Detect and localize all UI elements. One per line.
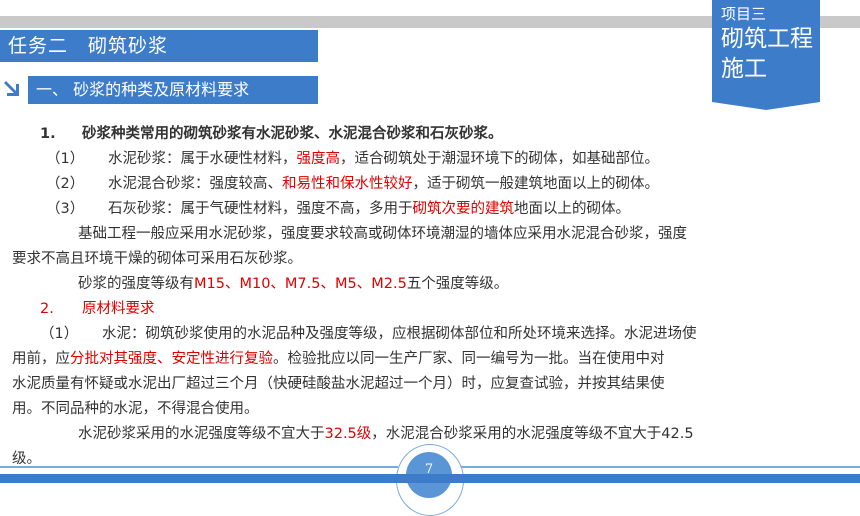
project-tag: 项目三 砌筑工程 施工	[712, 0, 820, 110]
heading-1-number: 1.	[40, 126, 56, 142]
highlight-text: 分批对其强度、安定性进行复验	[70, 351, 273, 367]
paragraph-line: 砂浆的强度等级有M15、M10、M7.5、M5、M2.5五个强度等级。	[40, 272, 830, 297]
highlight-text: 和易性和保水性较好	[282, 176, 413, 192]
list-item: （3） 石灰砂浆：属于气硬性材料，强度不高，多用于砌筑次要的建筑地面以上的砌体。	[40, 197, 830, 222]
list-item-number: （3）	[46, 201, 85, 217]
task-title: 任务二 砌筑砂浆	[0, 30, 318, 62]
list-item-text: ，适合砌筑处于潮湿环境下的砌体，如基础部位。	[340, 151, 659, 167]
paragraph-text: 五个强度等级。	[406, 276, 509, 292]
list-item: （1） 水泥砂浆：属于水硬性材料，强度高，适合砌筑处于潮湿环境下的砌体，如基础部位…	[40, 147, 830, 172]
project-tag-notch	[712, 102, 820, 110]
list-item-text: 地面以上的砌体。	[514, 201, 630, 217]
list-item: （2） 水泥混合砂浆：强度较高、和易性和保水性较好，适于砌筑一般建筑地面以上的砌体…	[40, 172, 830, 197]
project-title-line1: 砌筑工程	[721, 26, 813, 52]
list-item-text: 水泥混合砂浆：强度较高、	[108, 176, 282, 192]
list-item-number: （1）	[46, 151, 85, 167]
list-item-number: （2）	[46, 176, 85, 192]
footer-bar	[0, 474, 860, 483]
highlight-text: 32.5级	[324, 426, 372, 442]
paragraph-text: 。检验批应以同一生产厂家、同一编号为一批。当在使用中对	[273, 351, 665, 367]
highlight-text: 砌筑次要的建筑	[412, 201, 515, 217]
paragraph-line: 用前，应分批对其强度、安定性进行复验。检验批应以同一生产厂家、同一编号为一批。当…	[12, 347, 830, 372]
paragraph-text: 水泥砂浆采用的水泥强度等级不宜大于	[78, 426, 325, 442]
paragraph-text: 砂浆的强度等级有	[78, 276, 194, 292]
top-decoration-bar-right	[820, 16, 860, 28]
paragraph-line: 基础工程一般应采用水泥砂浆，强度要求较高或砌体环境潮湿的墙体应采用水泥混合砂浆，…	[78, 226, 687, 242]
list-item-text: 水泥砂浆：属于水硬性材料，	[108, 151, 297, 167]
heading-2-text: 原材料要求	[82, 301, 155, 317]
list-item-text: 石灰砂浆：属于气硬性材料，强度不高，多用于	[108, 201, 413, 217]
heading-2: 2. 原材料要求	[40, 297, 830, 322]
footer-line-left	[0, 466, 398, 468]
main-content: 1. 砂浆种类常用的砌筑砂浆有水泥砂浆、水泥混合砂浆和石灰砂浆。 （1） 水泥砂浆：…	[12, 122, 830, 472]
paragraph-line: 水泥砂浆采用的水泥强度等级不宜大于32.5级，水泥混合砂浆采用的水泥强度等级不宜…	[40, 422, 830, 447]
heading-2-number: 2.	[40, 301, 54, 317]
paragraph-text: 用前，应	[12, 351, 70, 367]
highlight-text: 强度高	[296, 151, 341, 167]
paragraph-line: 要求不高且环境干燥的砌体可采用石灰砂浆。	[12, 251, 302, 267]
highlight-text: M15、M10、M7.5、M5、M2.5	[194, 276, 407, 292]
paragraph-line: 用。不同品种的水泥，不得混合使用。	[12, 401, 259, 417]
footer-line-right	[460, 466, 860, 468]
project-label: 项目三	[721, 5, 767, 23]
paragraph-line: （1） 水泥：砌筑砂浆使用的水泥品种及强度等级，应根据砌体部位和所处环境来选择。水…	[40, 322, 830, 347]
list-item-text: ，适于砌筑一般建筑地面以上的砌体。	[412, 176, 660, 192]
arrow-down-right-icon	[4, 81, 19, 96]
section-title: 一、 砂浆的种类及原材料要求	[28, 76, 318, 104]
paragraph-line: 水泥质量有怀疑或水泥出厂超过三个月（快硬硅酸盐水泥超过一个月）时，应复查试验，并…	[12, 376, 665, 392]
list-item-number: （1）	[40, 326, 79, 342]
paragraph-text: 水泥：砌筑砂浆使用的水泥品种及强度等级，应根据砌体部位和所处环境来选择。水泥进场…	[102, 326, 697, 342]
project-title-line2: 施工	[721, 56, 767, 82]
paragraph-text: ，水泥混合砂浆采用的水泥强度等级不宜大于42.5	[371, 426, 694, 442]
heading-1-text: 砂浆种类常用的砌筑砂浆有水泥砂浆、水泥混合砂浆和石灰砂浆。	[82, 126, 503, 142]
top-decoration-bar	[0, 16, 712, 28]
heading-1: 1. 砂浆种类常用的砌筑砂浆有水泥砂浆、水泥混合砂浆和石灰砂浆。	[40, 122, 830, 147]
